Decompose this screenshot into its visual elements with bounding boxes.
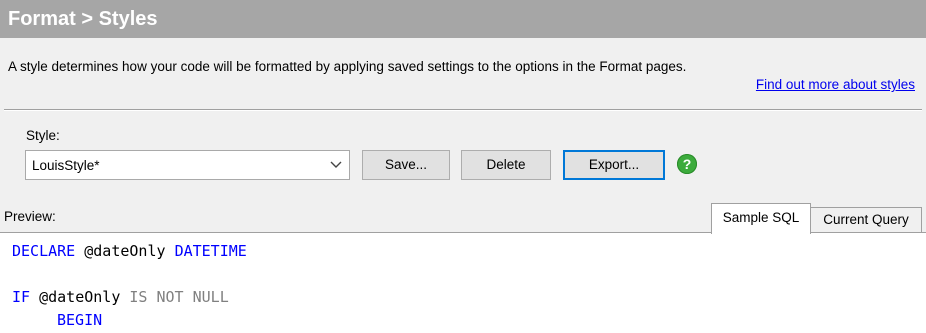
code-keyword: DATETIME [174,242,247,260]
title-bar: Format > Styles [0,0,926,38]
chevron-down-icon [330,161,342,168]
code-line: BEGIN [57,311,102,329]
code-keyword: DECLARE [12,242,76,260]
help-icon[interactable]: ? [677,154,697,174]
style-select[interactable]: LouisStyle* [25,150,350,180]
page-title: Format > Styles [8,8,158,30]
style-select-value: LouisStyle* [32,158,100,173]
sql-preview-editor[interactable]: DECLARE @dateOnly DATETIME IF @dateOnly … [0,232,926,333]
code-line: DECLARE @dateOnly DATETIME [12,242,247,260]
code-variable: @dateOnly [39,288,121,306]
separator [4,109,922,111]
find-out-more-link[interactable]: Find out more about styles [756,76,915,94]
code-operator: IS NOT NULL [129,288,229,306]
delete-button[interactable]: Delete [461,150,551,180]
tab-current-query[interactable]: Current Query [810,207,922,233]
tab-sample-sql[interactable]: Sample SQL [711,203,811,234]
code-variable: @dateOnly [84,242,166,260]
code-keyword: BEGIN [57,311,103,329]
code-keyword: IF [12,288,31,306]
style-label: Style: [26,128,60,143]
save-button[interactable]: Save... [362,150,450,180]
preview-label: Preview: [4,209,56,224]
export-button[interactable]: Export... [563,150,665,180]
code-line: IF @dateOnly IS NOT NULL [12,288,229,306]
description-text: A style determines how your code will be… [8,59,687,74]
format-styles-page: Format > Styles A style determines how y… [0,0,926,333]
